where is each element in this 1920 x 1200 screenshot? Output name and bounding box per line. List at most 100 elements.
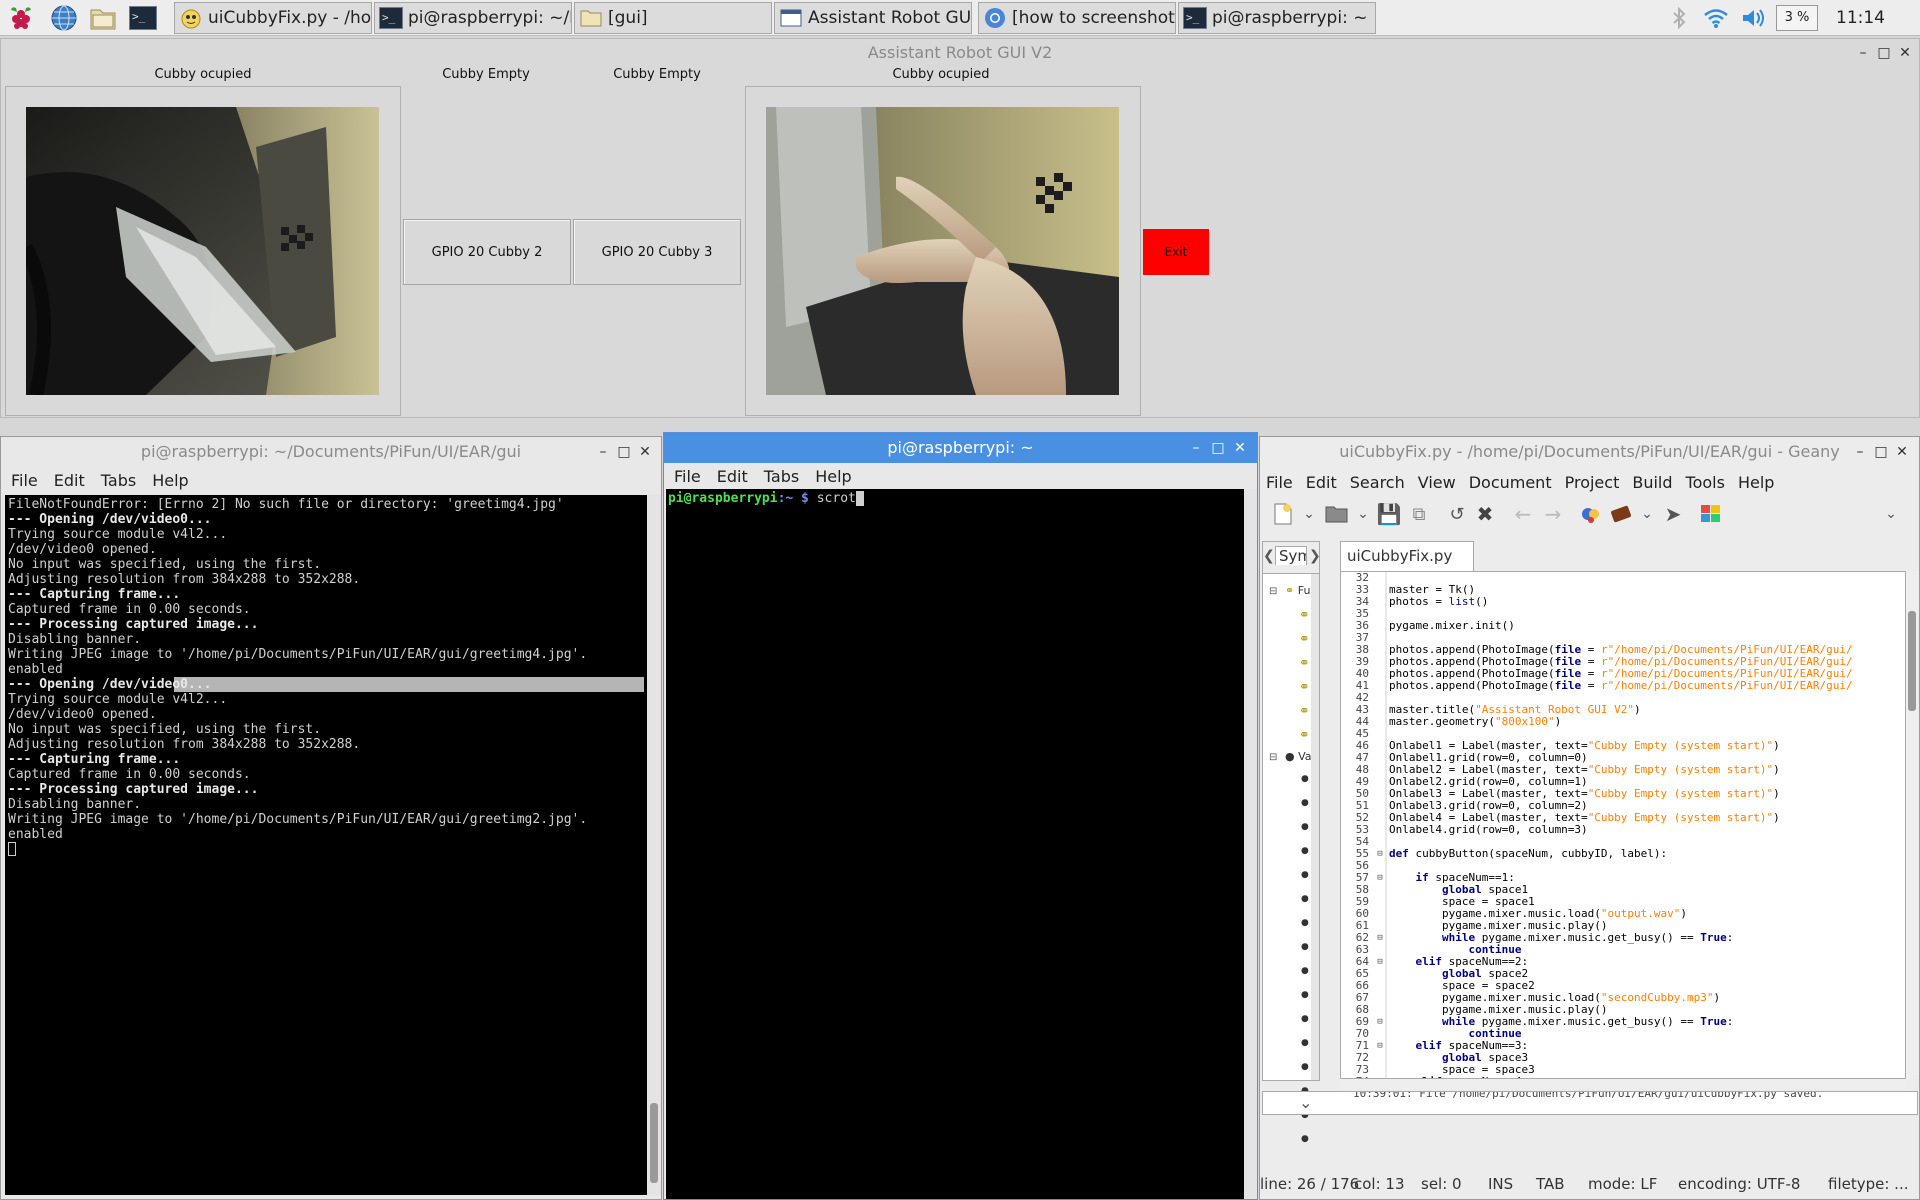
- chevron-left-icon[interactable]: ❮: [1263, 548, 1275, 564]
- tree-functions[interactable]: ⚭ Fu: [1285, 584, 1310, 597]
- code-editor[interactable]: 32 33 master = Tk() 34 photos = list() 35 36 py…: [1340, 571, 1906, 1079]
- terminal-scrollbar[interactable]: [647, 495, 661, 1195]
- menu-document[interactable]: Document: [1469, 473, 1552, 492]
- menu-file[interactable]: File: [11, 471, 38, 490]
- color-chooser-icon[interactable]: [1696, 499, 1726, 529]
- web-browser-icon[interactable]: [49, 3, 79, 33]
- minimize-button[interactable]: –: [1186, 438, 1206, 458]
- menu-build[interactable]: Build: [1632, 473, 1672, 492]
- status-line: line: 26 / 176: [1260, 1175, 1360, 1193]
- minimize-button[interactable]: –: [593, 442, 613, 462]
- terminal-output[interactable]: pi@raspberrypi:~ $ scrot: [666, 489, 1244, 1199]
- folder-icon: [579, 6, 603, 30]
- menu-edit[interactable]: Edit: [54, 471, 85, 490]
- menu-project[interactable]: Project: [1565, 473, 1620, 492]
- editor-horizontal-scrollbar[interactable]: [1340, 1079, 1906, 1089]
- minimize-button[interactable]: –: [1850, 442, 1870, 462]
- terminal-launcher-icon[interactable]: >_: [128, 3, 158, 33]
- terminal-icon: >_: [1183, 6, 1207, 30]
- minimize-button[interactable]: –: [1853, 43, 1873, 63]
- status-encoding: encoding: UTF-8: [1678, 1175, 1801, 1193]
- collapse-messages-icon[interactable]: ⌄: [1299, 1093, 1312, 1112]
- menu-help[interactable]: Help: [1738, 473, 1774, 492]
- raspberry-menu-icon[interactable]: [6, 3, 36, 33]
- terminal-line: Disabling banner.: [8, 632, 142, 647]
- compile-icon[interactable]: [1576, 499, 1606, 529]
- close-file-icon[interactable]: ✖: [1470, 499, 1500, 529]
- terminal-menubar: File Edit Tabs Help: [1, 467, 189, 493]
- wifi-icon[interactable]: [1702, 6, 1730, 30]
- task-geany[interactable]: uiCubbyFix.py - /hom...: [174, 2, 372, 34]
- close-button[interactable]: ✕: [1892, 442, 1912, 462]
- cubby-3-button[interactable]: GPIO 20 Cubby 3: [573, 219, 741, 285]
- close-button[interactable]: ✕: [1230, 438, 1250, 458]
- maximize-button[interactable]: □: [1208, 438, 1228, 458]
- variable-icon[interactable]: ●: [1301, 1134, 1315, 1158]
- chevron-right-icon[interactable]: ❯: [1309, 548, 1321, 564]
- task-terminal-home[interactable]: >_ pi@raspberrypi: ~: [1178, 2, 1376, 34]
- volume-icon[interactable]: [1740, 6, 1768, 30]
- task-terminal-gui[interactable]: >_ pi@raspberrypi: ~/Do...: [374, 2, 572, 34]
- cubby-4-button[interactable]: [745, 86, 1141, 416]
- code-line: 55 ⊟ def cubbyButton(spaceNum, cubbyID, la…: [1341, 848, 1905, 860]
- menu-edit[interactable]: Edit: [1306, 473, 1337, 492]
- maximize-button[interactable]: □: [1874, 43, 1894, 63]
- terminal-line: Captured frame in 0.00 seconds.: [8, 602, 251, 617]
- tree-label: Va: [1298, 750, 1312, 763]
- maximize-button[interactable]: □: [1871, 442, 1891, 462]
- chevron-down-icon[interactable]: ⌄: [1876, 499, 1906, 529]
- cubby-1-button[interactable]: [5, 86, 401, 416]
- menu-tabs[interactable]: Tabs: [101, 471, 136, 490]
- cubby-2-button[interactable]: GPIO 20 Cubby 2: [403, 219, 571, 285]
- editor-vertical-scrollbar[interactable]: [1906, 571, 1918, 1079]
- menu-file[interactable]: File: [1266, 473, 1293, 492]
- chevron-down-icon[interactable]: ⌄: [1294, 499, 1324, 529]
- terminal-line: --- Capturing frame...: [8, 752, 181, 767]
- menu-help[interactable]: Help: [815, 467, 851, 486]
- save-icon[interactable]: 💾: [1374, 499, 1404, 529]
- menu-file[interactable]: File: [674, 467, 701, 486]
- arrow-right-icon[interactable]: →: [1538, 499, 1568, 529]
- arrow-left-icon[interactable]: ←: [1508, 499, 1538, 529]
- menu-help[interactable]: Help: [152, 471, 188, 490]
- close-button[interactable]: ✕: [1895, 43, 1915, 63]
- close-button[interactable]: ✕: [635, 442, 655, 462]
- menu-view[interactable]: View: [1418, 473, 1456, 492]
- task-chromium[interactable]: [how to screenshot o...: [978, 2, 1176, 34]
- bluetooth-icon[interactable]: [1668, 6, 1690, 30]
- geany-menubar: File Edit Search View Document Project B…: [1260, 469, 1774, 495]
- scrollbar-thumb[interactable]: [650, 1103, 658, 1183]
- menu-search[interactable]: Search: [1350, 473, 1405, 492]
- robot-gui-window: Assistant Robot GUI V2 – □ ✕ Cubby ocupi…: [0, 38, 1920, 418]
- taskbar: >_ uiCubbyFix.py - /hom... >_ pi@raspber…: [0, 0, 1920, 36]
- task-folder-gui[interactable]: [gui]: [574, 2, 772, 34]
- scrollbar-thumb[interactable]: [1908, 611, 1916, 711]
- terminal-line: /dev/video0 opened.: [8, 707, 157, 722]
- tree-variables[interactable]: ● Va: [1285, 750, 1312, 763]
- revert-icon[interactable]: ↺: [1442, 499, 1472, 529]
- collapse-icon[interactable]: ⊟: [1269, 752, 1277, 763]
- code-line: 53 Onlabel4.grid(row=0, column=3): [1341, 824, 1905, 836]
- menu-tabs[interactable]: Tabs: [764, 467, 799, 486]
- cubby-3-status-label: Cubby Empty: [613, 67, 701, 82]
- menu-tools[interactable]: Tools: [1686, 473, 1725, 492]
- status-mode: mode: LF: [1588, 1175, 1658, 1193]
- file-tab[interactable]: uiCubbyFix.py ✕: [1340, 541, 1474, 593]
- task-robot-gui[interactable]: Assistant Robot GUI ...: [774, 2, 972, 34]
- clock[interactable]: 11:14: [1836, 6, 1896, 30]
- cpu-monitor[interactable]: 3 %: [1776, 5, 1818, 31]
- terminal-output[interactable]: FileNotFoundError: [Errno 2] No such fil…: [5, 495, 647, 1195]
- message-window: ⌄ 10:39:01: File /home/pi/Documents/PiFu…: [1262, 1091, 1918, 1115]
- status-col: col: 13: [1354, 1175, 1405, 1193]
- terminal-line: --- Capturing frame...: [8, 587, 181, 602]
- execute-icon[interactable]: ➤: [1658, 499, 1688, 529]
- file-manager-icon[interactable]: [88, 3, 118, 33]
- maximize-button[interactable]: □: [614, 442, 634, 462]
- sidebar-scrollbar[interactable]: [1311, 574, 1319, 1080]
- exit-button[interactable]: Exit: [1143, 229, 1209, 275]
- save-all-icon[interactable]: ⧉: [1404, 499, 1434, 529]
- menu-edit[interactable]: Edit: [717, 467, 748, 486]
- tab-symbols[interactable]: Sym: [1275, 546, 1307, 565]
- collapse-icon[interactable]: ⊟: [1269, 586, 1277, 597]
- terminal-scrollbar[interactable]: [1244, 489, 1257, 1199]
